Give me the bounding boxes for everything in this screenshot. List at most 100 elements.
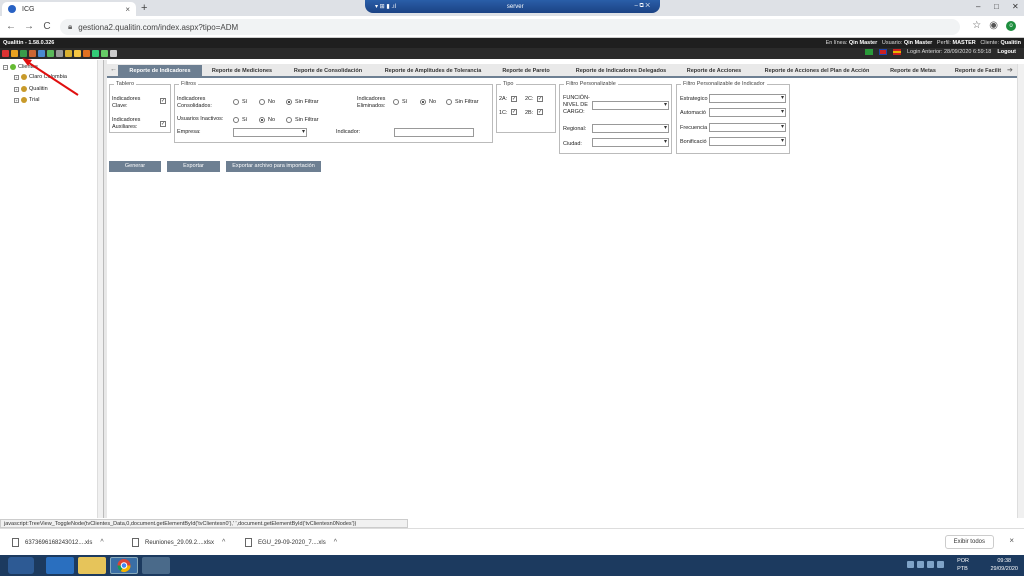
tool-icon-5[interactable] [38, 50, 45, 57]
extension-icon[interactable]: o [1006, 20, 1016, 31]
tool-icon-7[interactable] [56, 50, 63, 57]
tool-icon-10[interactable] [83, 50, 90, 57]
tab-reporte-plan-accion[interactable]: Reporte de Acciones del Plan de Acción [755, 65, 879, 77]
forward-button[interactable]: → [22, 21, 36, 32]
eliminados-no-radio[interactable] [420, 99, 426, 105]
url-field[interactable]: 🔒︎ gestiona2.qualitin.com/index.aspx?tip… [60, 19, 960, 35]
consolidados-sin-filtrar-radio[interactable] [286, 99, 292, 105]
tool-icon-2[interactable] [11, 50, 18, 57]
tipo-1c-checkbox[interactable]: ✓ [511, 109, 517, 115]
download-item[interactable]: Reuniones_29.09.2....xlsx ^ [132, 538, 225, 547]
pin-icon[interactable]: ▾ ⊞ ▮ .ıl [375, 3, 396, 10]
show-all-downloads-button[interactable]: Exibir todos [944, 535, 994, 549]
chrome-icon[interactable] [110, 557, 138, 574]
minimize-icon[interactable]: – [976, 2, 980, 11]
logout-link[interactable]: Logout [997, 49, 1016, 55]
close-downloads-icon[interactable]: × [1009, 536, 1014, 545]
tab-reporte-metas[interactable]: Reporte de Metas [885, 65, 941, 77]
exportar-button[interactable]: Exportar [167, 161, 220, 172]
inactivos-no-radio[interactable] [259, 117, 265, 123]
tree-item[interactable]: + Qualitin [14, 86, 48, 92]
close-tab-icon[interactable]: × [125, 5, 130, 14]
expand-icon[interactable]: + [14, 74, 19, 80]
tabs-left-arrow-icon[interactable]: ← [110, 66, 117, 73]
browser-tab[interactable]: ICG × [2, 2, 136, 16]
remote-app-icon[interactable] [142, 557, 170, 574]
reload-button[interactable]: C [40, 21, 54, 32]
bonificacion-select[interactable] [709, 137, 786, 146]
collapse-icon[interactable]: − [3, 64, 8, 70]
frecuencia-select[interactable] [709, 123, 786, 132]
tabs-right-arrow-icon[interactable]: ➔ [1007, 66, 1013, 74]
eliminados-si-radio[interactable] [393, 99, 399, 105]
tool-icon-4[interactable] [29, 50, 36, 57]
tool-icon-9[interactable] [74, 50, 81, 57]
tree-root[interactable]: − Clientes [3, 64, 38, 70]
inactivos-sin-filtrar-radio[interactable] [286, 117, 292, 123]
maximize-icon[interactable]: □ [994, 2, 999, 11]
indicador-input[interactable] [394, 128, 474, 137]
tab-reporte-acciones[interactable]: Reporte de Acciones [683, 65, 745, 77]
profile-icon[interactable]: ◉ [989, 20, 998, 31]
tool-icon-13[interactable] [110, 50, 117, 57]
tool-icon-3[interactable] [20, 50, 27, 57]
clave-checkbox[interactable]: ✓ [160, 98, 166, 104]
empresa-select[interactable] [233, 128, 307, 137]
tool-icon-1[interactable] [2, 50, 9, 57]
eliminados-sin-filtrar-radio[interactable] [446, 99, 452, 105]
tipo-2a-checkbox[interactable]: ✓ [511, 96, 517, 102]
back-button[interactable]: ← [4, 21, 18, 32]
file-explorer-icon[interactable] [78, 557, 106, 574]
rdp-window-controls[interactable]: – ⧉ ✕ [634, 3, 650, 10]
generar-button[interactable]: Generar [109, 161, 161, 172]
clock[interactable]: 09:38 29/09/2020 [990, 557, 1018, 573]
expand-icon[interactable]: + [14, 97, 19, 103]
powershell-icon[interactable] [46, 557, 74, 574]
tool-icon-8[interactable] [65, 50, 72, 57]
right-scrollbar[interactable] [1017, 64, 1024, 518]
consolidados-no-radio[interactable] [259, 99, 265, 105]
exportar-archivo-button[interactable]: Exportar archivo para importación [226, 161, 321, 172]
inactivos-si-radio[interactable] [233, 117, 239, 123]
bookmark-star-icon[interactable]: ☆ [972, 20, 981, 31]
download-item[interactable]: 637369616824301​2....xls ^ [12, 538, 104, 547]
regional-select[interactable] [592, 124, 669, 133]
tool-icon-6[interactable] [47, 50, 54, 57]
download-item[interactable]: EGU_29-09-2020_7....xls ^ [245, 538, 337, 547]
tool-icon-11[interactable] [92, 50, 99, 57]
tool-icon-12[interactable] [101, 50, 108, 57]
close-window-icon[interactable]: ✕ [1012, 2, 1019, 11]
tab-reporte-delegados[interactable]: Reporte de Indicadores Delegados [563, 65, 679, 77]
flag-uk-icon[interactable] [878, 49, 887, 55]
tab-reporte-mediciones[interactable]: Reporte de Mediciones [205, 65, 279, 77]
chevron-up-icon[interactable]: ^ [100, 539, 103, 546]
tab-reporte-pareto[interactable]: Reporte de Pareto [495, 65, 557, 77]
tab-reporte-amplitudes[interactable]: Reporte de Amplitudes de Tolerancia [377, 65, 489, 77]
tree-item[interactable]: + Claro Colombia [14, 74, 67, 80]
new-tab-button[interactable]: + [141, 2, 147, 14]
flag-spain-icon[interactable] [892, 49, 901, 55]
tab-reporte-facilit[interactable]: Reporte de Facilit [949, 65, 1007, 77]
tipo-2b-checkbox[interactable]: ✓ [537, 109, 543, 115]
tray-icon[interactable] [927, 561, 934, 568]
chevron-up-icon[interactable]: ^ [222, 539, 225, 546]
ciudad-select[interactable] [592, 138, 669, 147]
funcion-select[interactable] [592, 101, 669, 110]
language-indicator[interactable]: POR PTB [957, 557, 969, 573]
expand-icon[interactable]: + [14, 86, 19, 92]
flag-brazil-icon[interactable] [864, 49, 873, 55]
tree-scrollbar[interactable] [97, 60, 103, 518]
chevron-up-icon[interactable]: ^ [334, 539, 337, 546]
tray-icon[interactable] [917, 561, 924, 568]
estrategico-select[interactable] [709, 94, 786, 103]
tab-reporte-consolidacion[interactable]: Reporte de Consolidación [285, 65, 371, 77]
tray-icon[interactable] [937, 561, 944, 568]
start-button[interactable] [8, 557, 34, 574]
tab-reporte-indicadores[interactable]: Reporte de Indicadores [118, 65, 202, 77]
tree-item[interactable]: + Trial [14, 97, 40, 103]
automacion-select[interactable] [709, 108, 786, 117]
tipo-2c-checkbox[interactable]: ✓ [537, 96, 543, 102]
consolidados-si-radio[interactable] [233, 99, 239, 105]
tray-icon[interactable] [907, 561, 914, 568]
auxiliares-checkbox[interactable]: ✓ [160, 121, 166, 127]
